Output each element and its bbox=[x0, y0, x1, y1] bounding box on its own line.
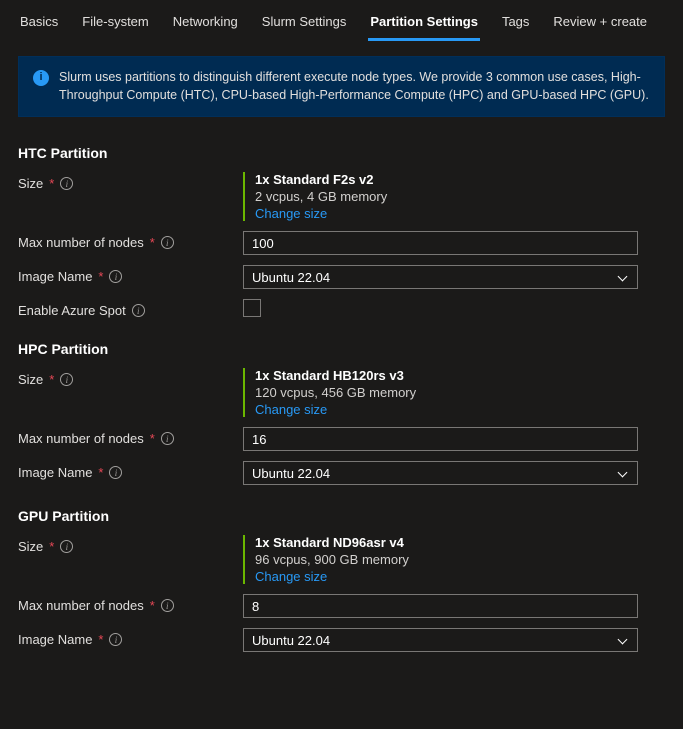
chevron-down-icon bbox=[619, 638, 629, 643]
hpc-image-select[interactable]: Ubuntu 22.04 bbox=[243, 461, 638, 485]
gpu-max-nodes-label: Max number of nodes bbox=[18, 598, 144, 613]
htc-spot-checkbox[interactable] bbox=[243, 299, 261, 317]
required-marker: * bbox=[150, 431, 155, 446]
hpc-size-value: 1x Standard HB120rs v3 bbox=[255, 368, 638, 383]
info-icon[interactable]: i bbox=[60, 177, 73, 190]
hpc-size-sub: 120 vcpus, 456 GB memory bbox=[255, 385, 638, 400]
required-marker: * bbox=[98, 269, 103, 284]
gpu-change-size-link[interactable]: Change size bbox=[255, 569, 638, 584]
htc-image-select[interactable]: Ubuntu 22.04 bbox=[243, 265, 638, 289]
info-banner: i Slurm uses partitions to distinguish d… bbox=[18, 56, 665, 117]
tab-partition-settings[interactable]: Partition Settings bbox=[368, 8, 480, 41]
tab-basics[interactable]: Basics bbox=[18, 8, 60, 41]
hpc-image-value: Ubuntu 22.04 bbox=[252, 466, 330, 481]
info-banner-text: Slurm uses partitions to distinguish dif… bbox=[59, 69, 650, 104]
tab-slurm-settings[interactable]: Slurm Settings bbox=[260, 8, 349, 41]
info-icon[interactable]: i bbox=[109, 270, 122, 283]
hpc-size-label: Size bbox=[18, 372, 43, 387]
gpu-size-sub: 96 vcpus, 900 GB memory bbox=[255, 552, 638, 567]
gpu-size-label: Size bbox=[18, 539, 43, 554]
htc-spot-label: Enable Azure Spot bbox=[18, 303, 126, 318]
htc-size-value: 1x Standard F2s v2 bbox=[255, 172, 638, 187]
info-icon[interactable]: i bbox=[60, 540, 73, 553]
required-marker: * bbox=[49, 176, 54, 191]
htc-size-sub: 2 vcpus, 4 GB memory bbox=[255, 189, 638, 204]
chevron-down-icon bbox=[619, 471, 629, 476]
gpu-image-value: Ubuntu 22.04 bbox=[252, 633, 330, 648]
hpc-max-nodes-input[interactable] bbox=[243, 427, 638, 451]
required-marker: * bbox=[49, 372, 54, 387]
required-marker: * bbox=[98, 632, 103, 647]
required-marker: * bbox=[150, 598, 155, 613]
required-marker: * bbox=[150, 235, 155, 250]
hpc-max-nodes-label: Max number of nodes bbox=[18, 431, 144, 446]
info-icon[interactable]: i bbox=[161, 432, 174, 445]
hpc-section-title: HPC Partition bbox=[0, 323, 683, 363]
info-icon[interactable]: i bbox=[109, 633, 122, 646]
htc-size-label: Size bbox=[18, 176, 43, 191]
required-marker: * bbox=[49, 539, 54, 554]
info-icon: i bbox=[33, 70, 49, 86]
htc-image-value: Ubuntu 22.04 bbox=[252, 270, 330, 285]
htc-max-nodes-label: Max number of nodes bbox=[18, 235, 144, 250]
tab-networking[interactable]: Networking bbox=[171, 8, 240, 41]
info-icon[interactable]: i bbox=[132, 304, 145, 317]
gpu-section-title: GPU Partition bbox=[0, 490, 683, 530]
info-icon[interactable]: i bbox=[109, 466, 122, 479]
chevron-down-icon bbox=[619, 275, 629, 280]
gpu-size-value: 1x Standard ND96asr v4 bbox=[255, 535, 638, 550]
gpu-image-select[interactable]: Ubuntu 22.04 bbox=[243, 628, 638, 652]
info-icon[interactable]: i bbox=[161, 236, 174, 249]
hpc-change-size-link[interactable]: Change size bbox=[255, 402, 638, 417]
info-icon[interactable]: i bbox=[161, 599, 174, 612]
tab-tags[interactable]: Tags bbox=[500, 8, 531, 41]
tab-file-system[interactable]: File-system bbox=[80, 8, 150, 41]
htc-section-title: HTC Partition bbox=[0, 127, 683, 167]
htc-change-size-link[interactable]: Change size bbox=[255, 206, 638, 221]
info-icon[interactable]: i bbox=[60, 373, 73, 386]
tab-review-create[interactable]: Review + create bbox=[551, 8, 649, 41]
gpu-max-nodes-input[interactable] bbox=[243, 594, 638, 618]
required-marker: * bbox=[98, 465, 103, 480]
hpc-image-label: Image Name bbox=[18, 465, 92, 480]
htc-max-nodes-input[interactable] bbox=[243, 231, 638, 255]
htc-image-label: Image Name bbox=[18, 269, 92, 284]
gpu-image-label: Image Name bbox=[18, 632, 92, 647]
tabs-bar: Basics File-system Networking Slurm Sett… bbox=[0, 0, 683, 42]
